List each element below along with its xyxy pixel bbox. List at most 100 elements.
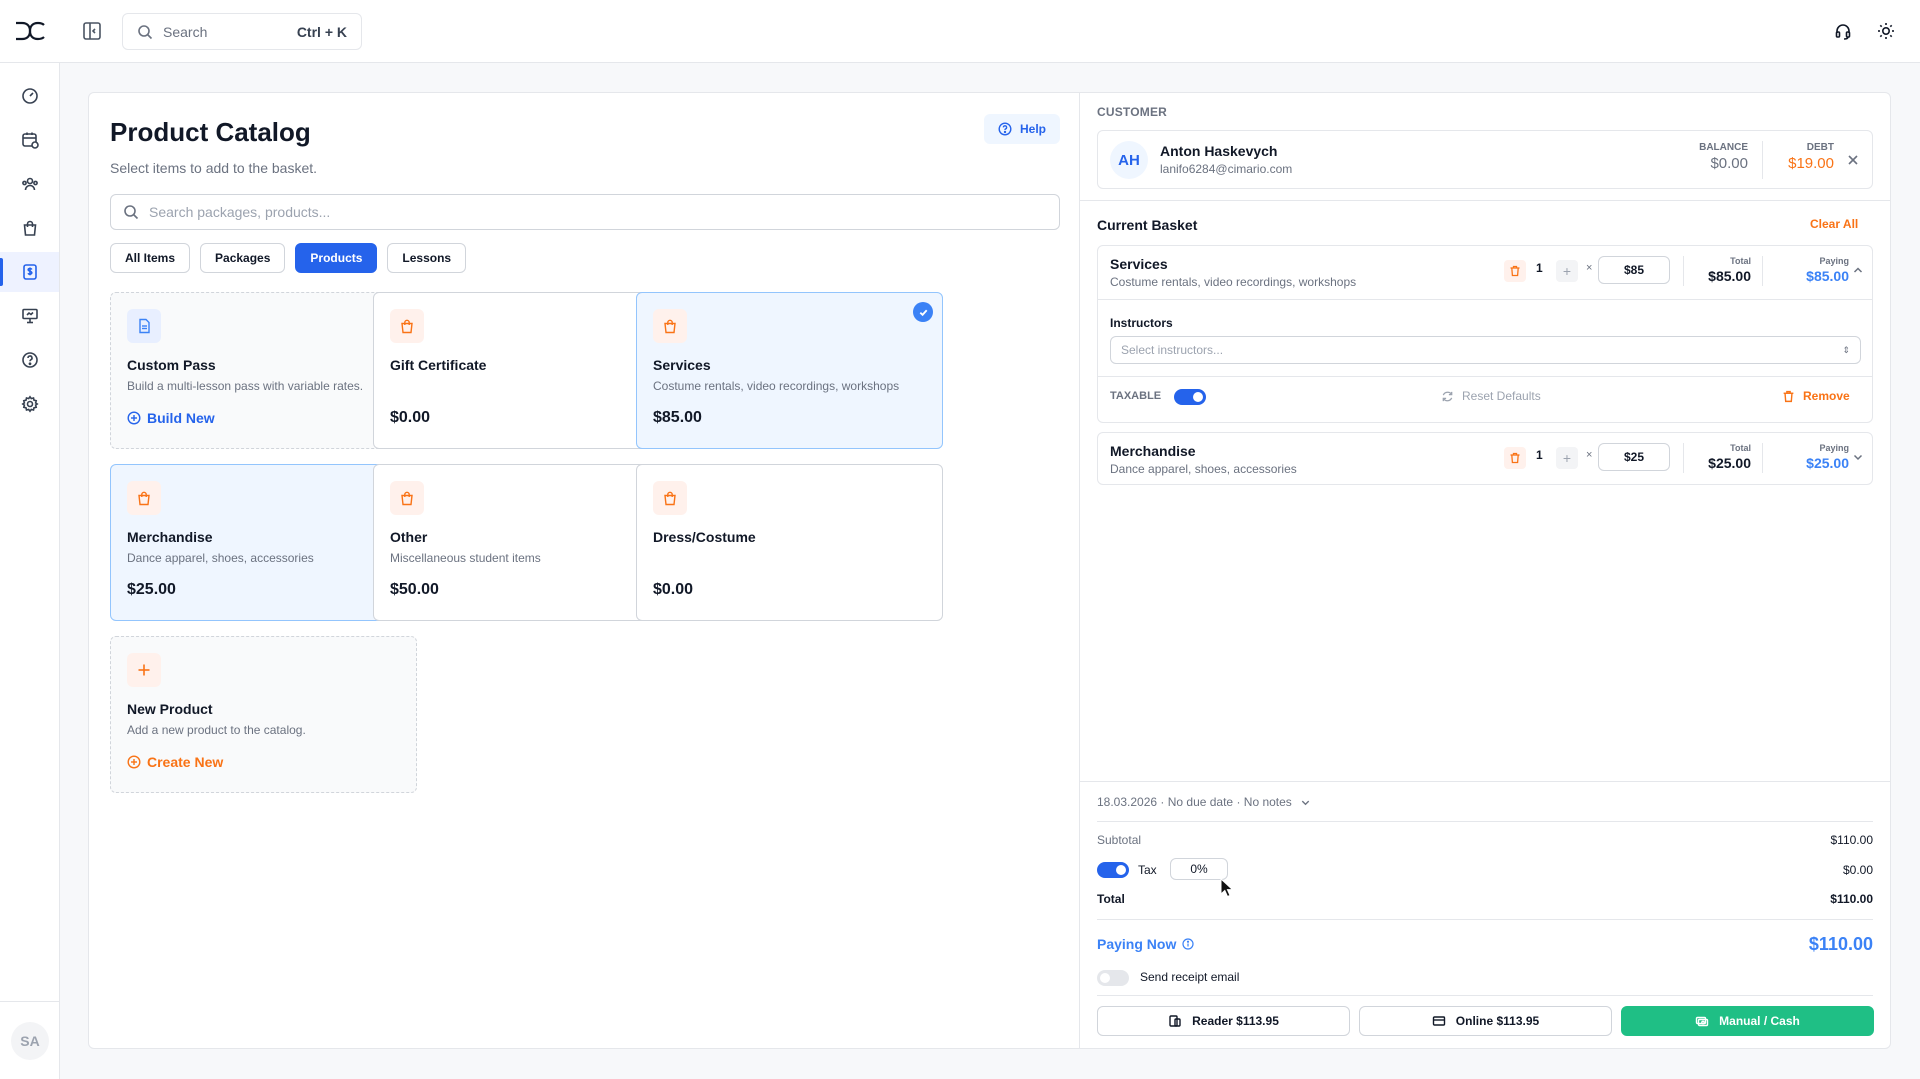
send-receipt-toggle[interactable]: [1097, 970, 1129, 986]
tax-rate-input[interactable]: [1170, 858, 1228, 880]
trash-icon[interactable]: [1504, 447, 1526, 469]
product-card-dress-costume[interactable]: Dress/Costume $0.00: [636, 464, 943, 621]
nav-settings[interactable]: [0, 384, 59, 424]
online-pay-button[interactable]: Online $113.95: [1359, 1006, 1612, 1036]
increment-button[interactable]: +: [1556, 260, 1578, 282]
create-new-link[interactable]: Create New: [127, 754, 223, 770]
calendar-icon: [21, 132, 39, 149]
sun-icon[interactable]: [1877, 22, 1895, 40]
total-value: $25.00: [1708, 455, 1751, 471]
product-desc: Build a multi-lesson pass with variable …: [127, 379, 364, 393]
rate-input[interactable]: [1598, 443, 1670, 471]
search-icon: [124, 205, 139, 220]
manual-cash-label: Manual / Cash: [1719, 1014, 1800, 1028]
plus-circle-icon: [127, 411, 141, 425]
chevron-up-icon[interactable]: [1852, 264, 1864, 276]
product-card-new-product[interactable]: New Product Add a new product to the cat…: [110, 636, 417, 793]
nav-presentation[interactable]: [0, 296, 59, 336]
filter-tabs: All Items Packages Products Lessons: [110, 243, 467, 273]
chevron-up-down-icon: ⇕: [1842, 344, 1850, 355]
info-icon[interactable]: [1182, 938, 1194, 950]
divider: [1098, 376, 1872, 377]
nav-help[interactable]: [0, 340, 59, 380]
item-total: Total $25.00: [1684, 443, 1751, 471]
settings-icon: [20, 395, 39, 413]
balance-label: BALANCE: [1699, 142, 1748, 153]
filter-lessons[interactable]: Lessons: [387, 243, 467, 273]
product-card-services[interactable]: Services Costume rentals, video recordin…: [636, 292, 943, 449]
product-name: Other: [390, 529, 428, 545]
manual-cash-button[interactable]: Manual / Cash: [1621, 1006, 1874, 1036]
product-price: $0.00: [653, 581, 694, 598]
item-paying[interactable]: Paying $85.00: [1763, 256, 1849, 284]
help-button[interactable]: Help: [984, 114, 1060, 144]
basket-item-merchandise: Merchandise Dance apparel, shoes, access…: [1097, 432, 1873, 485]
global-search[interactable]: Search Ctrl + K: [122, 13, 362, 50]
product-price: $25.00: [127, 581, 176, 598]
user-avatar[interactable]: SA: [11, 1022, 49, 1060]
invoice-meta[interactable]: 18.03.2026 · No due date · No notes: [1097, 795, 1311, 809]
product-name: Services: [653, 357, 711, 373]
total-label: Total: [1730, 256, 1751, 266]
debt-label: DEBT: [1806, 142, 1834, 153]
send-receipt-label: Send receipt email: [1140, 970, 1240, 984]
nav-billing[interactable]: [0, 252, 59, 292]
divider: [1097, 919, 1873, 920]
filter-products[interactable]: Products: [295, 243, 378, 273]
mouse-cursor-icon: [1220, 878, 1234, 898]
filter-all-items[interactable]: All Items: [110, 243, 191, 273]
quantity-value: 1: [1536, 448, 1543, 462]
chevron-down-icon[interactable]: [1852, 451, 1864, 463]
users-icon: [21, 177, 38, 191]
sidebar: SA: [0, 63, 60, 1079]
rate-input[interactable]: [1598, 256, 1670, 284]
taxable-label: TAXABLE: [1110, 390, 1162, 402]
basket-item-desc: Dance apparel, shoes, accessories: [1110, 462, 1297, 476]
reset-defaults-button[interactable]: Reset Defaults: [1441, 389, 1541, 403]
paying-now: Paying Now: [1097, 936, 1194, 952]
document-icon: [127, 309, 161, 343]
remove-button[interactable]: Remove: [1782, 389, 1850, 403]
search-icon: [138, 24, 153, 39]
increment-button[interactable]: +: [1556, 447, 1578, 469]
paying-now-label: Paying Now: [1097, 936, 1177, 952]
product-desc: Add a new product to the catalog.: [127, 723, 306, 737]
times-symbol: ×: [1586, 449, 1593, 461]
paying-value: $85.00: [1806, 268, 1849, 284]
build-new-label: Build New: [147, 410, 215, 426]
instructors-select[interactable]: Select instructors... ⇕: [1110, 336, 1861, 364]
clear-all-button[interactable]: Clear All: [1810, 217, 1858, 231]
product-price: $85.00: [653, 409, 702, 426]
product-card-merchandise[interactable]: Merchandise Dance apparel, shoes, access…: [110, 464, 417, 621]
product-name: Custom Pass: [127, 357, 216, 373]
build-new-link[interactable]: Build New: [127, 410, 215, 426]
taxable-toggle[interactable]: [1174, 389, 1206, 405]
instructors-label: Instructors: [1110, 316, 1173, 330]
headset-icon[interactable]: [1834, 22, 1852, 40]
reader-pay-button[interactable]: Reader $113.95: [1097, 1006, 1350, 1036]
card-reader-icon: [1169, 1015, 1181, 1027]
product-card-gift-certificate[interactable]: Gift Certificate $0.00: [373, 292, 680, 449]
shopping-bag-icon: [390, 309, 424, 343]
app-logo[interactable]: [13, 19, 47, 43]
nav-dashboard[interactable]: [0, 76, 59, 116]
trash-icon[interactable]: [1504, 260, 1526, 282]
section-divider: [1080, 200, 1890, 201]
nav-shop[interactable]: [0, 208, 59, 248]
close-icon[interactable]: [1846, 153, 1860, 167]
create-new-label: Create New: [147, 754, 224, 770]
divider: [1097, 995, 1873, 996]
tax-value: $0.00: [1842, 863, 1873, 877]
product-card-custom-pass[interactable]: Custom Pass Build a multi-lesson pass wi…: [110, 292, 417, 449]
shopping-bag-icon: [23, 220, 36, 236]
filter-packages[interactable]: Packages: [200, 243, 286, 273]
nav-users[interactable]: [0, 164, 59, 204]
tax-toggle[interactable]: [1097, 862, 1129, 878]
product-card-other[interactable]: Other Miscellaneous student items $50.00: [373, 464, 680, 621]
nav-calendar[interactable]: [0, 120, 59, 160]
debt-value: $19.00: [1788, 155, 1834, 172]
divider: [1098, 299, 1872, 300]
catalog-search-input[interactable]: Search packages, products...: [110, 194, 1060, 230]
sidebar-toggle-icon[interactable]: [82, 21, 102, 41]
item-paying[interactable]: Paying $25.00: [1763, 443, 1849, 471]
